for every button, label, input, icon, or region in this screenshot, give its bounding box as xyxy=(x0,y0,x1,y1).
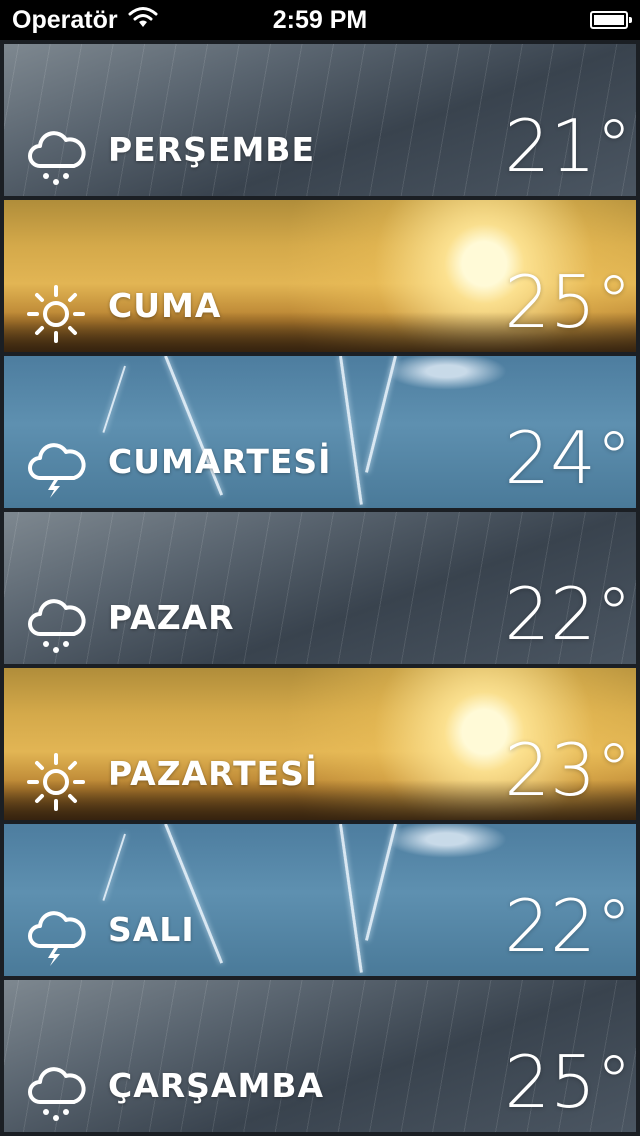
wifi-icon xyxy=(128,6,158,35)
sun-icon xyxy=(27,285,85,343)
thunder-cloud-icon xyxy=(28,443,86,498)
clock: 2:59 PM xyxy=(272,5,368,34)
day-label: PERŞEMBE xyxy=(108,130,315,169)
temperature-label: 22° xyxy=(504,884,632,968)
rain-cloud-icon xyxy=(28,1067,86,1121)
day-label: PAZAR xyxy=(108,598,235,637)
carrier-label: Operatör xyxy=(12,5,118,34)
thunder-cloud-icon xyxy=(28,911,86,966)
rain-cloud-icon xyxy=(28,599,86,653)
day-label: PAZARTESİ xyxy=(108,754,319,793)
forecast-row[interactable]: PERŞEMBE 21° xyxy=(4,44,636,196)
forecast-row[interactable]: PAZAR 22° xyxy=(4,512,636,664)
forecast-row[interactable]: CUMARTESİ 24° xyxy=(4,356,636,508)
sun-icon xyxy=(27,753,85,811)
temperature-label: 25° xyxy=(504,260,632,344)
day-label: ÇARŞAMBA xyxy=(108,1066,325,1105)
rain-cloud-icon xyxy=(28,131,86,185)
forecast-row[interactable]: CUMA 25° xyxy=(4,200,636,352)
day-label: CUMARTESİ xyxy=(108,442,332,481)
status-left: Operatör xyxy=(12,6,224,35)
day-label: SALI xyxy=(108,910,195,949)
forecast-row[interactable]: PAZARTESİ 23° xyxy=(4,668,636,820)
battery-icon xyxy=(590,11,632,29)
temperature-label: 23° xyxy=(504,728,632,812)
temperature-label: 22° xyxy=(504,572,632,656)
battery-level xyxy=(594,15,624,25)
day-label: CUMA xyxy=(108,286,222,325)
temperature-label: 21° xyxy=(504,104,632,188)
temperature-label: 24° xyxy=(504,416,632,500)
forecast-row[interactable]: SALI 22° xyxy=(4,824,636,976)
temperature-label: 25° xyxy=(504,1040,632,1124)
status-right xyxy=(416,11,632,29)
forecast-row[interactable]: ÇARŞAMBA 25° xyxy=(4,980,636,1132)
status-bar: Operatör 2:59 PM xyxy=(0,0,640,40)
